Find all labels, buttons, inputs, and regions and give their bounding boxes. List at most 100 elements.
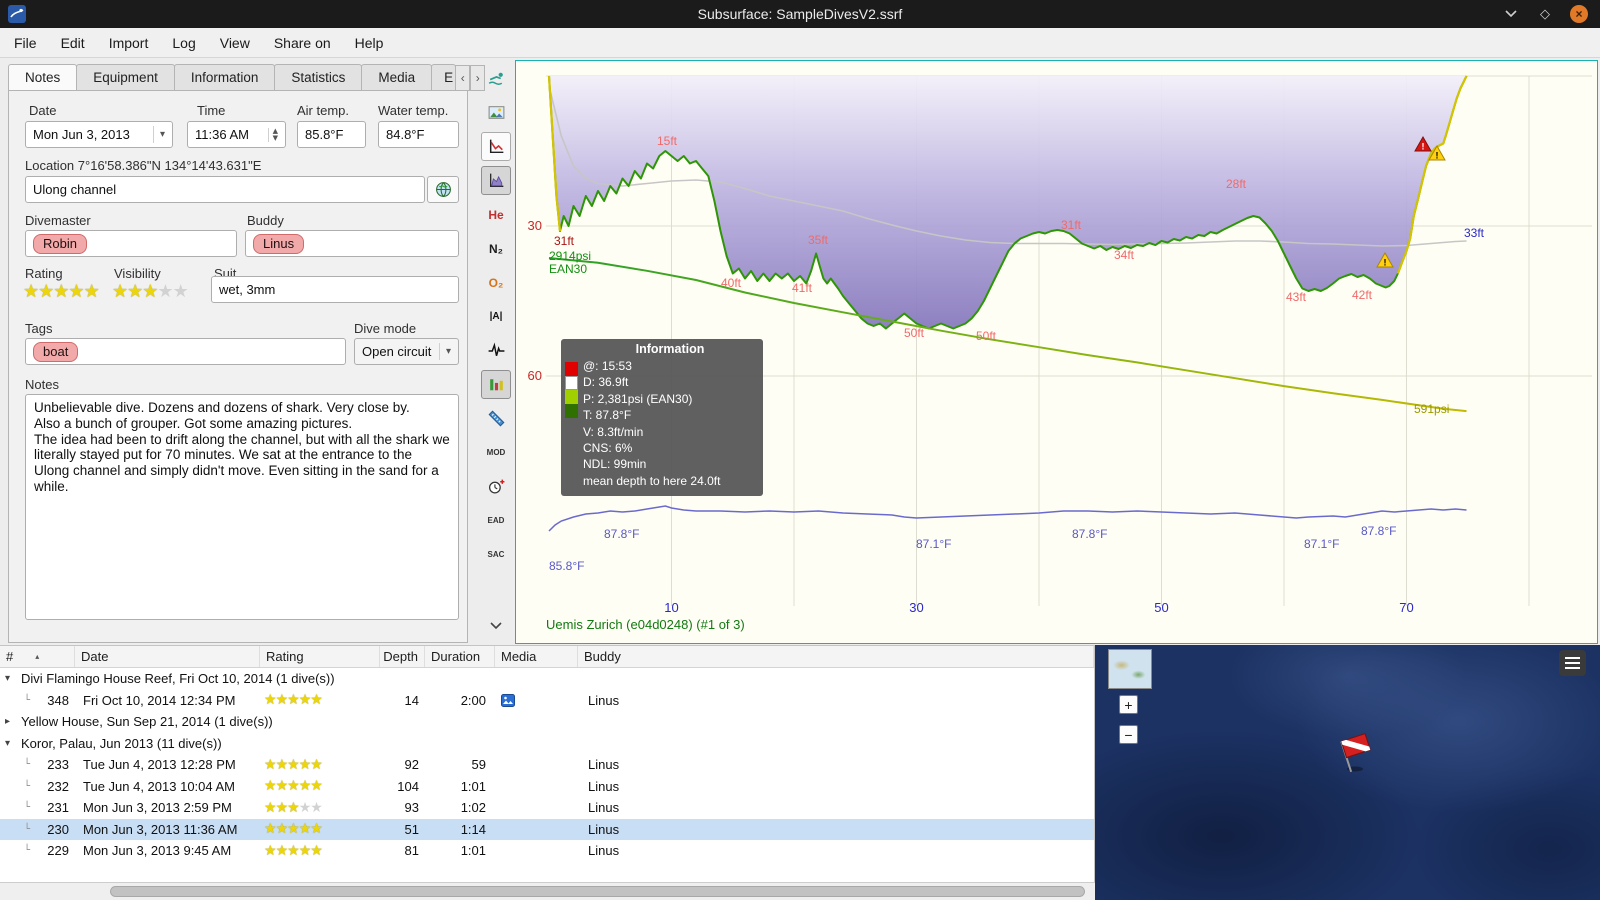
star-icon[interactable]: ★ [276,822,289,836]
profile-info-box[interactable]: Information @: 15:53 D: 36.9ft P: 2,381psi… [561,339,763,497]
star-icon[interactable]: ★ [287,844,300,858]
star-icon[interactable]: ★ [299,779,312,793]
nitrogen-graph-button[interactable]: N₂ [481,234,511,263]
menu-view[interactable]: View [208,30,262,56]
plan-chart-button[interactable] [481,132,511,161]
tab-scroll-left-icon[interactable]: ‹ [455,65,471,91]
globe-button[interactable] [427,176,459,203]
visibility-stars[interactable]: ★ ★ ★ ★ ★ [112,283,189,301]
maximize-icon[interactable]: ◇ [1536,5,1554,23]
dive-row-232[interactable]: └ 232 Tue Jun 4, 2013 10:04 AM ★ ★ ★ ★ ★ 104 1:01… [0,776,1094,798]
tissue-graph-button[interactable]: |A| [481,302,511,331]
tag-boat[interactable]: boat [33,341,79,362]
tab-information[interactable]: Information [173,64,276,91]
ruler-button[interactable] [481,404,511,433]
star-icon[interactable]: ★ [310,844,323,858]
horizontal-scrollbar[interactable] [0,882,1095,900]
star-icon[interactable]: ★ [264,693,277,707]
minimize-icon[interactable] [1502,5,1520,23]
column-header-depth[interactable]: Depth [380,646,425,667]
collapse-icon[interactable]: ▾ [5,738,15,749]
star-icon[interactable]: ★ [287,822,300,836]
menu-share-on[interactable]: Share on [262,30,343,56]
trip-row[interactable]: ▸ Yellow House, Sun Sep 21, 2014 (1 dive(… [0,711,1094,733]
star-icon[interactable]: ★ [142,283,158,301]
dive-row-229[interactable]: └ 229 Mon Jun 3, 2013 9:45 AM ★ ★ ★ ★ ★ 81 1:01 Li… [0,840,1094,862]
star-icon[interactable]: ★ [264,779,277,793]
star-icon[interactable]: ★ [310,801,323,815]
notes-textarea[interactable]: Unbelievable dive. Dozens and dozens of … [25,394,459,620]
star-icon[interactable]: ★ [112,283,128,301]
star-icon[interactable]: ★ [287,758,300,772]
collapse-icon[interactable]: ▾ [5,673,15,684]
water-temp-field[interactable]: 84.8°F [378,121,459,148]
star-icon[interactable]: ★ [310,779,323,793]
star-icon[interactable]: ★ [310,758,323,772]
star-icon[interactable]: ★ [287,801,300,815]
expand-icon[interactable]: ▸ [5,716,15,727]
divemaster-field[interactable]: Robin [25,230,237,257]
star-icon[interactable]: ★ [23,283,39,301]
dive-row-230[interactable]: └ 230 Mon Jun 3, 2013 11:36 AM ★ ★ ★ ★ ★ 51 1:14 L… [0,818,1094,840]
tab-notes[interactable]: Notes [8,64,78,91]
column-header-date[interactable]: Date [75,646,260,667]
dive-mode-select[interactable]: Open circuit ▾ [354,338,459,365]
star-icon[interactable]: ★ [299,844,312,858]
star-icon[interactable]: ★ [299,822,312,836]
helium-graph-button[interactable]: He [481,200,511,229]
scrollbar-thumb[interactable] [110,886,1085,897]
dive-row-233[interactable]: └ 233 Tue Jun 4, 2013 12:28 PM ★ ★ ★ ★ ★ 92 59 Lin… [0,754,1094,776]
tab-media[interactable]: Media [361,64,433,91]
dive-row-348[interactable]: └ 348 Fri Oct 10, 2014 12:34 PM ★ ★ ★ ★ ★ 14 2:00… [0,690,1094,712]
star-icon[interactable]: ★ [173,283,189,301]
suit-field[interactable]: wet, 3mm [211,276,459,303]
tank-pressure-button[interactable] [481,370,511,399]
star-icon[interactable]: ★ [276,758,289,772]
dive-site-flag-marker[interactable] [1333,727,1383,782]
menu-edit[interactable]: Edit [49,30,97,56]
ead-button[interactable]: EAD [481,506,511,535]
air-temp-field[interactable]: 85.8°F [297,121,366,148]
location-input[interactable]: Ulong channel [25,176,425,203]
map-panel[interactable]: + − [1095,645,1600,900]
profile-overlay-button[interactable] [481,166,511,195]
toolbar-scroll-down-button[interactable] [481,611,511,640]
menu-file[interactable]: File [2,30,49,56]
column-header-buddy[interactable]: Buddy [578,646,1094,667]
star-icon[interactable]: ★ [84,283,100,301]
swimmer-button[interactable] [481,64,511,93]
menu-help[interactable]: Help [343,30,396,56]
star-icon[interactable]: ★ [264,822,277,836]
oxygen-graph-button[interactable]: O₂ [481,268,511,297]
star-icon[interactable]: ★ [310,693,323,707]
star-icon[interactable]: ★ [276,801,289,815]
close-icon[interactable]: × [1570,5,1588,23]
star-icon[interactable]: ★ [264,801,277,815]
ndl-clock-button[interactable] [481,472,511,501]
menu-import[interactable]: Import [97,30,161,56]
column-header-num[interactable]: # ▴ [0,646,75,667]
sac-button[interactable]: SAC [481,540,511,569]
star-icon[interactable]: ★ [299,758,312,772]
trip-row[interactable]: ▾ Koror, Palau, Jun 2013 (11 dive(s)) [0,733,1094,755]
dive-profile-panel[interactable]: !!! 31ft 2914psi EAN30 15ft 40ft 35ft 41ft 50ft 5… [515,60,1598,644]
date-select[interactable]: Mon Jun 3, 2013 ▾ [25,121,173,148]
map-menu-button[interactable] [1559,650,1586,676]
photos-button[interactable] [481,98,511,127]
star-icon[interactable]: ★ [276,844,289,858]
star-icon[interactable]: ★ [299,801,312,815]
map-overview-widget[interactable] [1108,649,1152,689]
star-icon[interactable]: ★ [287,693,300,707]
star-icon[interactable]: ★ [68,283,84,301]
tab-equipment[interactable]: Equipment [76,64,175,91]
star-icon[interactable]: ★ [157,283,173,301]
mod-button[interactable]: MOD [481,438,511,467]
buddy-tag[interactable]: Linus [253,233,305,254]
divemaster-tag[interactable]: Robin [33,233,87,254]
star-icon[interactable]: ★ [276,779,289,793]
rating-stars[interactable]: ★ ★ ★ ★ ★ [23,283,100,301]
map-zoom-out-button[interactable]: − [1119,725,1138,744]
tab-statistics[interactable]: Statistics [274,64,363,91]
star-icon[interactable]: ★ [287,779,300,793]
spinner-arrows-icon[interactable]: ▲ ▼ [267,127,278,142]
